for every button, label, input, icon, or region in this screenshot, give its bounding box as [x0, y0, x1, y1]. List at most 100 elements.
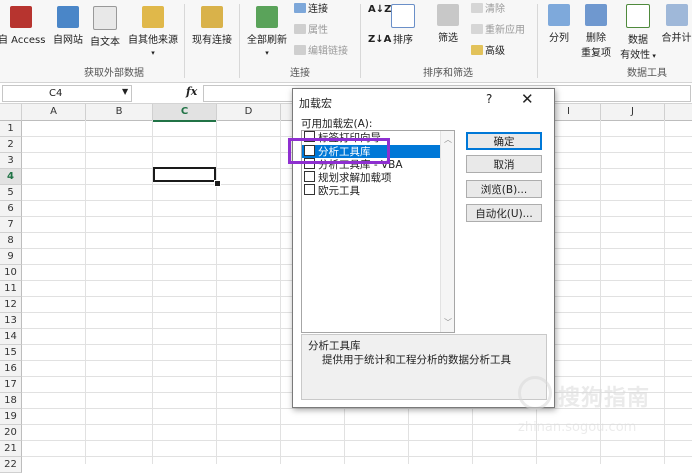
- group-label-sort-filter: 排序和筛选: [423, 68, 473, 79]
- connections-icon: [294, 3, 306, 13]
- edit-links-button[interactable]: 编辑链接: [294, 42, 348, 57]
- row-header-1[interactable]: 1: [0, 121, 22, 137]
- other-sources-icon: [142, 6, 164, 28]
- row-header-14[interactable]: 14: [0, 329, 22, 345]
- row-header-12[interactable]: 12: [0, 297, 22, 313]
- listbox-scrollbar[interactable]: ︿ ﹀: [440, 131, 454, 332]
- row-header-18[interactable]: 18: [0, 393, 22, 409]
- group-label-data-tools: 数据工具: [627, 68, 667, 79]
- filter-button[interactable]: 筛选: [433, 4, 463, 44]
- connections-button[interactable]: 连接: [294, 0, 328, 15]
- browse-button[interactable]: 浏览(B)...: [466, 180, 542, 198]
- addin-checkbox[interactable]: [304, 184, 315, 195]
- row-header-7[interactable]: 7: [0, 217, 22, 233]
- connections-label: 连接: [308, 4, 328, 15]
- active-cell-c4[interactable]: [153, 167, 216, 182]
- list-item-euro-tools[interactable]: 欧元工具: [302, 184, 440, 197]
- advanced-filter-button[interactable]: 高级: [471, 42, 505, 57]
- link-icon: [294, 45, 306, 55]
- gridline: [85, 120, 86, 464]
- properties-label: 属性: [308, 25, 328, 36]
- data-validation-button[interactable]: 数据 有效性 ▾: [618, 4, 658, 61]
- data-validation-icon: [626, 4, 650, 28]
- close-icon[interactable]: ✕: [521, 90, 534, 108]
- edit-links-label: 编辑链接: [308, 46, 348, 57]
- select-all-corner[interactable]: [0, 104, 22, 121]
- row-header-6[interactable]: 6: [0, 201, 22, 217]
- clear-button[interactable]: 清除: [471, 0, 505, 15]
- watermark-url: zhinan.sogou.com: [518, 420, 637, 435]
- group-separator: [360, 4, 361, 78]
- properties-button[interactable]: 属性: [294, 21, 328, 36]
- name-box[interactable]: C4: [2, 85, 132, 102]
- existing-connections-icon: [201, 6, 223, 28]
- chevron-down-icon: ▾: [650, 52, 656, 60]
- reapply-label: 重新应用: [485, 25, 525, 36]
- cancel-button[interactable]: 取消: [466, 155, 542, 173]
- row-header-5[interactable]: 5: [0, 185, 22, 201]
- from-text-label: 自文本: [90, 37, 120, 48]
- column-header-j[interactable]: J: [601, 104, 665, 121]
- gridline: [216, 120, 217, 464]
- row-header-10[interactable]: 10: [0, 265, 22, 281]
- from-access-label: 自 Access: [0, 35, 46, 46]
- function-icon[interactable]: fx: [186, 85, 197, 98]
- text-to-columns-icon: [548, 4, 570, 26]
- fill-handle[interactable]: [214, 180, 221, 187]
- watermark: 搜狗指南 zhinan.sogou.com: [518, 376, 688, 446]
- automation-button[interactable]: 自动化(U)...: [466, 204, 542, 222]
- from-web-button[interactable]: 自网站: [50, 6, 86, 46]
- addin-label: 规划求解加载项: [318, 172, 392, 184]
- description-text: 提供用于统计和工程分析的数据分析工具: [322, 354, 511, 366]
- advanced-label: 高级: [485, 46, 505, 57]
- sort-label: 排序: [393, 35, 413, 46]
- filter-icon: [437, 4, 459, 26]
- column-header-k[interactable]: [665, 104, 692, 121]
- text-to-columns-label: 分列: [549, 33, 569, 44]
- from-access-button[interactable]: 自 Access: [0, 6, 46, 46]
- addins-dialog: 加载宏 ? ✕ 可用加载宏(A): 标签打印向导 分析工具库 分析工具库 - V…: [292, 88, 555, 408]
- existing-connections-button[interactable]: 现有连接: [189, 6, 235, 46]
- column-header-a[interactable]: A: [22, 104, 86, 121]
- sogou-logo-icon: [518, 376, 552, 410]
- chevron-up-icon[interactable]: ︿: [444, 134, 452, 145]
- group-separator: [537, 4, 538, 78]
- data-validation-label-1: 数据: [628, 35, 648, 46]
- row-header-15[interactable]: 15: [0, 345, 22, 361]
- row-header-9[interactable]: 9: [0, 249, 22, 265]
- row-header-19[interactable]: 19: [0, 409, 22, 425]
- group-label-connections: 连接: [290, 68, 310, 79]
- row-header-17[interactable]: 17: [0, 377, 22, 393]
- reapply-button[interactable]: 重新应用: [471, 21, 525, 36]
- from-other-sources-button[interactable]: 自其他来源 ▾: [125, 6, 181, 57]
- row-header-16[interactable]: 16: [0, 361, 22, 377]
- row-header-8[interactable]: 8: [0, 233, 22, 249]
- row-header-13[interactable]: 13: [0, 313, 22, 329]
- text-to-columns-button[interactable]: 分列: [544, 4, 574, 44]
- chevron-down-icon: ▾: [265, 49, 269, 57]
- addin-checkbox[interactable]: [304, 171, 315, 182]
- column-header-b[interactable]: B: [86, 104, 153, 121]
- group-separator: [239, 4, 240, 78]
- sort-button[interactable]: 排序: [388, 4, 418, 46]
- list-item-solver[interactable]: 规划求解加载项: [302, 171, 440, 184]
- chevron-down-icon[interactable]: ▼: [122, 87, 128, 96]
- remove-duplicates-button[interactable]: 删除 重复项: [578, 4, 614, 59]
- clear-label: 清除: [485, 4, 505, 15]
- row-header-2[interactable]: 2: [0, 137, 22, 153]
- column-header-c[interactable]: C: [153, 104, 217, 122]
- ok-button[interactable]: 确定: [466, 132, 542, 150]
- from-text-button[interactable]: 自文本: [88, 6, 122, 48]
- row-header-21[interactable]: 21: [0, 441, 22, 457]
- clear-filter-icon: [471, 3, 483, 13]
- row-header-3[interactable]: 3: [0, 153, 22, 169]
- consolidate-button[interactable]: 合并计: [661, 4, 692, 44]
- row-header-22[interactable]: 22: [0, 457, 22, 473]
- chevron-down-icon[interactable]: ﹀: [444, 317, 452, 328]
- row-header-11[interactable]: 11: [0, 281, 22, 297]
- row-header-20[interactable]: 20: [0, 425, 22, 441]
- refresh-all-button[interactable]: 全部刷新 ▾: [244, 6, 290, 57]
- help-icon[interactable]: ?: [486, 92, 492, 106]
- column-header-d[interactable]: D: [217, 104, 281, 121]
- row-header-4[interactable]: 4: [0, 169, 22, 185]
